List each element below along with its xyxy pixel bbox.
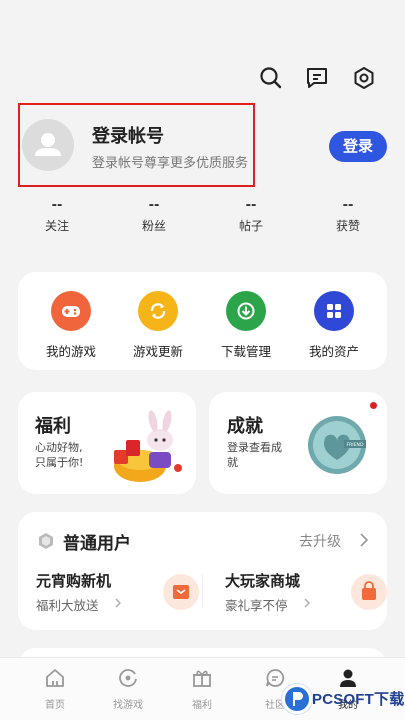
gift-icon [193,670,211,687]
login-title[interactable]: 登录帐号 [92,122,164,148]
welfare-card[interactable]: 福利 心动好物,只属于你! [18,392,196,494]
promo-title: 元宵购新机 [36,572,112,590]
login-button[interactable]: 登录 [329,131,387,162]
promo-sub: 福利大放送 [36,598,99,613]
chevron-right-icon[interactable] [358,531,370,553]
stat-label: 帖子 [238,219,263,233]
tab-label: 找游戏 [113,700,143,711]
chat-icon [266,669,285,687]
stat-label: 粉丝 [141,219,166,233]
badge-text: FRIEND [346,442,364,448]
tool-label: 游戏更新 [132,344,183,359]
coupon-icon [163,574,199,610]
promo-item-new-phone[interactable]: 元宵购新机 福利大放送 [36,570,199,614]
tool-game-update[interactable]: 游戏更新 [121,291,195,360]
stat-value: -- [342,198,354,213]
tab-home[interactable]: 首页 [25,666,85,711]
tool-download-manager[interactable]: 下载管理 [209,291,283,360]
welfare-desc: 心动好物,只属于你! [35,441,84,469]
promo-title: 大玩家商城 [225,572,301,590]
gamepad-icon [51,291,91,331]
tool-label: 下载管理 [220,344,271,359]
watermark-text: PCSOFT下载 [312,691,405,708]
tool-label: 我的游戏 [45,344,96,359]
stat-value: -- [245,198,257,213]
home-icon [46,669,64,687]
tools-card: 我的游戏 游戏更新 下载管理 我的资产 [18,272,387,370]
welfare-title: 福利 [35,416,71,437]
chevron-right-icon [114,595,122,614]
membership-icon [36,531,56,555]
stat-fans[interactable]: -- 粉丝 [124,198,184,234]
shopping-bag-icon [351,574,387,610]
tab-find-games[interactable]: 找游戏 [98,666,158,711]
search-icon[interactable] [258,65,284,91]
achievement-badge: FRIEND [306,414,368,480]
grid-icon [314,291,354,331]
tab-label: 福利 [192,700,212,711]
stat-follow[interactable]: -- 关注 [27,198,87,234]
game-compass-icon [119,669,137,687]
stat-label: 获赞 [335,219,360,233]
membership-level: 普通用户 [63,534,131,554]
achievement-card[interactable]: 成就 登录查看成就 FRIEND [209,392,387,494]
stat-value: -- [148,198,160,213]
login-subtitle: 登录帐号尊享更多优质服务 [92,156,249,171]
message-icon[interactable] [304,65,330,91]
user-icon [340,669,356,687]
tool-my-games[interactable]: 我的游戏 [34,291,108,360]
gift-illustration [106,410,186,490]
chevron-right-icon [303,595,311,614]
tab-label: 首页 [45,700,65,711]
stat-label: 关注 [44,219,69,233]
divider [202,574,203,608]
upgrade-link[interactable]: 去升级 [299,531,341,551]
watermark-logo [282,684,312,714]
download-icon [226,291,266,331]
tool-label: 我的资产 [308,344,359,359]
promo-sub: 豪礼享不停 [225,598,288,613]
membership-card: 普通用户 去升级 元宵购新机 福利大放送 大玩家商城 豪礼享不停 [18,512,387,630]
achievement-title: 成就 [227,416,263,437]
stat-value: -- [51,198,63,213]
settings-icon[interactable] [351,65,377,91]
tool-my-assets[interactable]: 我的资产 [297,291,371,360]
refresh-icon [138,291,178,331]
achievement-desc: 登录查看成就 [227,441,282,469]
stat-posts[interactable]: -- 帖子 [221,198,281,234]
stat-likes[interactable]: -- 获赞 [318,198,378,234]
notification-dot [370,402,377,409]
promo-item-mall[interactable]: 大玩家商城 豪礼享不停 [225,570,387,614]
tab-welfare[interactable]: 福利 [172,666,232,711]
